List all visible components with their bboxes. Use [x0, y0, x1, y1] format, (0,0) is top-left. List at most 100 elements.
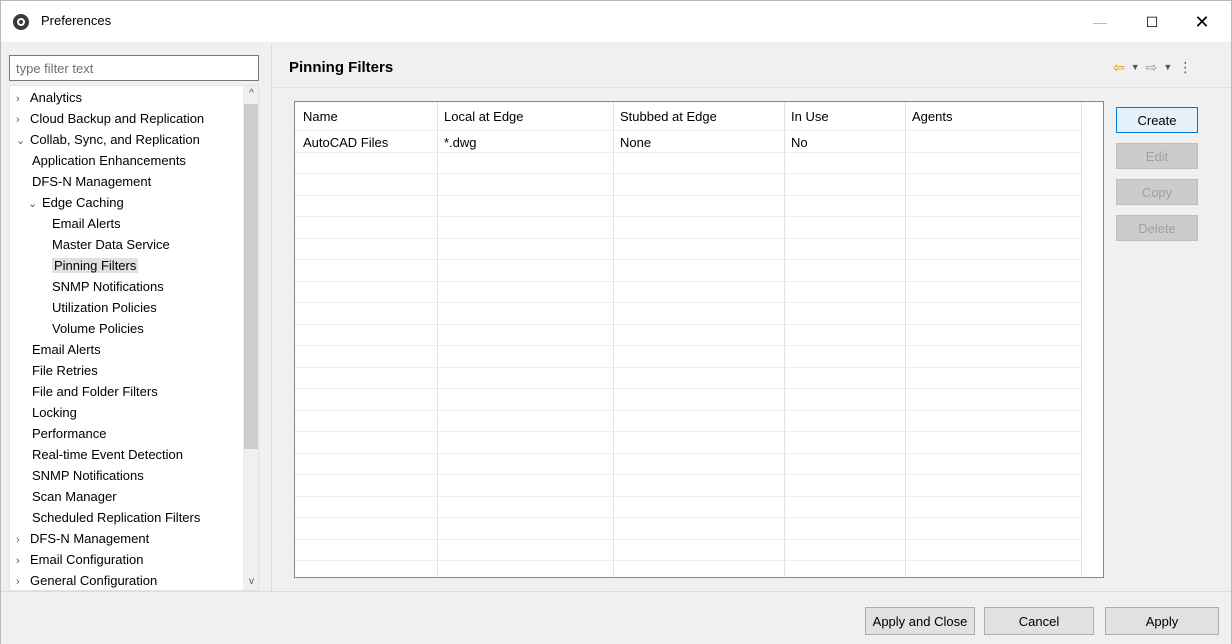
filters-table: Name Local at Edge Stubbed at Edge In Use Ag…: [294, 101, 1104, 578]
tree-scrollbar[interactable]: ^ v: [243, 86, 258, 590]
tree-item-label: SNMP Notifications: [52, 279, 164, 294]
expand-arrow-icon[interactable]: ›: [16, 110, 30, 131]
forward-arrow-icon[interactable]: ⇨: [1146, 59, 1158, 76]
row-divider: [295, 302, 1081, 303]
tree-item-label: Analytics: [30, 90, 83, 105]
tree-item-label: Cloud Backup and Replication: [30, 111, 205, 126]
row-divider: [295, 173, 1081, 174]
tree-item-label: DFS-N Management: [32, 174, 152, 189]
minimize-icon[interactable]: —: [1077, 7, 1123, 37]
column-header[interactable]: Name: [303, 109, 338, 124]
tree-item[interactable]: Volume Policies: [48, 318, 144, 339]
column-header[interactable]: Local at Edge: [444, 109, 524, 124]
tree-item-label: Real-time Event Detection: [32, 447, 184, 462]
tree-item[interactable]: DFS-N Management: [28, 171, 151, 192]
pane-splitter[interactable]: [271, 45, 272, 591]
tree-item[interactable]: Scan Manager: [28, 486, 117, 507]
tree-item[interactable]: ⌄ Collab, Sync, and Replication: [16, 129, 200, 150]
tree-item[interactable]: Locking: [28, 402, 77, 423]
tree-item-label: Volume Policies: [52, 321, 144, 336]
column-divider: [1081, 102, 1082, 577]
copy-button[interactable]: Copy: [1116, 179, 1198, 205]
tree-item[interactable]: Email Alerts: [28, 339, 101, 360]
tree-item[interactable]: Master Data Service: [48, 234, 170, 255]
back-arrow-icon[interactable]: ⇦: [1113, 59, 1125, 76]
tree-item[interactable]: › Cloud Backup and Replication: [16, 108, 204, 129]
page-title: Pinning Filters: [289, 59, 394, 76]
close-icon[interactable]: ✕: [1179, 7, 1225, 37]
tree-item-label: DFS-N Management: [30, 531, 150, 546]
tree-item[interactable]: Pinning Filters: [48, 255, 139, 276]
tree-item-label: Email Alerts: [52, 216, 121, 231]
view-menu-icon[interactable]: ⋮: [1178, 59, 1192, 76]
row-divider: [295, 496, 1081, 497]
tree-item-label: Application Enhancements: [32, 153, 186, 168]
tree-item[interactable]: File Retries: [28, 360, 98, 381]
app-icon: [13, 14, 29, 30]
tree-item[interactable]: File and Folder Filters: [28, 381, 158, 402]
tree-item[interactable]: Utilization Policies: [48, 297, 157, 318]
tree-item[interactable]: Scheduled Replication Filters: [28, 507, 200, 528]
tree-item-label: Email Configuration: [30, 552, 144, 567]
tree-item[interactable]: SNMP Notifications: [28, 465, 144, 486]
tree-item[interactable]: Application Enhancements: [28, 150, 186, 171]
back-dropdown-icon[interactable]: ▼: [1131, 62, 1140, 72]
scroll-thumb[interactable]: [244, 104, 258, 449]
table-cell[interactable]: AutoCAD Files: [303, 135, 388, 150]
collapse-arrow-icon[interactable]: ⌄: [16, 131, 30, 152]
tree-item-label: Edge Caching: [42, 195, 124, 210]
expand-arrow-icon[interactable]: ›: [16, 89, 30, 110]
tree-item[interactable]: › Email Configuration: [16, 549, 143, 570]
cancel-button[interactable]: Cancel: [984, 607, 1094, 635]
tree-item[interactable]: Email Alerts: [48, 213, 121, 234]
tree-item[interactable]: SNMP Notifications: [48, 276, 164, 297]
title-bar: Preferences — ☐ ✕: [1, 1, 1231, 42]
nav-toolbar: ⇦ ▼ ⇨ ▼ ⋮: [1113, 57, 1192, 77]
row-divider: [295, 345, 1081, 346]
tree-item-label: Pinning Filters: [52, 258, 139, 273]
table-cell[interactable]: *.dwg: [444, 135, 477, 150]
row-divider: [295, 431, 1081, 432]
tree-item[interactable]: › General Configuration: [16, 570, 157, 590]
preferences-tree: ^ v › Analytics › Cloud Backup and Replicat…: [9, 85, 259, 591]
scroll-down-icon[interactable]: v: [243, 574, 258, 590]
tree-item[interactable]: ⌄ Edge Caching: [28, 192, 124, 213]
tree-item[interactable]: › DFS-N Management: [16, 528, 149, 549]
tree-item-label: Master Data Service: [52, 237, 170, 252]
row-divider: [295, 216, 1081, 217]
row-divider: [295, 453, 1081, 454]
table-cell[interactable]: No: [791, 135, 808, 150]
column-header[interactable]: Stubbed at Edge: [620, 109, 717, 124]
maximize-icon[interactable]: ☐: [1129, 7, 1175, 37]
tree-item-label: File and Folder Filters: [32, 384, 158, 399]
collapse-arrow-icon[interactable]: ⌄: [28, 194, 42, 215]
tree-item[interactable]: Performance: [28, 423, 106, 444]
expand-arrow-icon[interactable]: ›: [16, 572, 30, 590]
tree-item[interactable]: › Analytics: [16, 87, 82, 108]
expand-arrow-icon[interactable]: ›: [16, 551, 30, 572]
column-header[interactable]: In Use: [791, 109, 829, 124]
row-divider: [295, 195, 1081, 196]
row-divider: [295, 474, 1081, 475]
tree-item-label: SNMP Notifications: [32, 468, 144, 483]
row-divider: [295, 410, 1081, 411]
window-title: Preferences: [41, 13, 112, 28]
row-divider: [295, 324, 1081, 325]
expand-arrow-icon[interactable]: ›: [16, 530, 30, 551]
create-button[interactable]: Create: [1116, 107, 1198, 133]
delete-button[interactable]: Delete: [1116, 215, 1198, 241]
edit-button[interactable]: Edit: [1116, 143, 1198, 169]
row-divider: [295, 130, 1081, 131]
tree-item[interactable]: Real-time Event Detection: [28, 444, 183, 465]
apply-and-close-button[interactable]: Apply and Close: [865, 607, 975, 635]
column-header[interactable]: Agents: [912, 109, 952, 124]
scroll-up-icon[interactable]: ^: [243, 86, 258, 102]
filter-input[interactable]: [9, 55, 259, 81]
apply-button[interactable]: Apply: [1105, 607, 1219, 635]
table-cell[interactable]: None: [620, 135, 651, 150]
forward-dropdown-icon[interactable]: ▼: [1163, 62, 1172, 72]
row-divider: [295, 560, 1081, 561]
row-divider: [295, 388, 1081, 389]
row-divider: [295, 152, 1081, 153]
tree-item-label: Utilization Policies: [52, 300, 157, 315]
